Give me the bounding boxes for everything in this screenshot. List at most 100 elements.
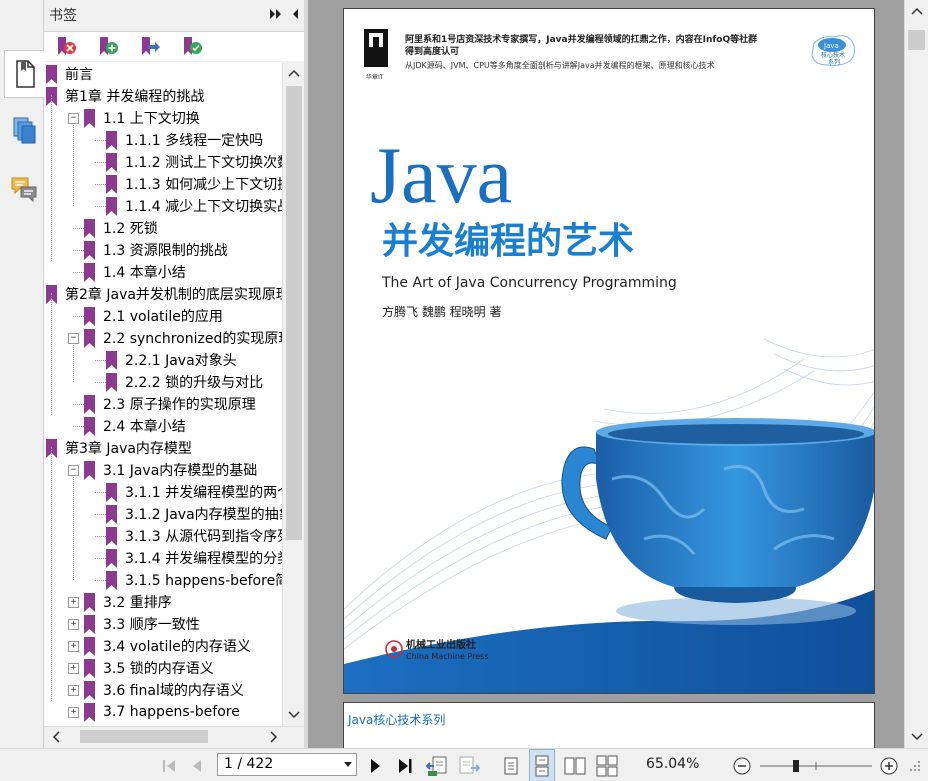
collapse-panel-icon[interactable] (290, 7, 300, 21)
zoom-in-button[interactable] (878, 749, 900, 781)
bookmark-item[interactable]: 1.1.1 多线程一定快吗 (106, 129, 263, 151)
bookmark-item[interactable]: +3.6 final域的内存语义 (68, 679, 244, 701)
tree-horizontal-scrollbar[interactable] (44, 726, 304, 746)
page-history-forward-button[interactable] (456, 749, 482, 781)
scroll-up-icon[interactable] (288, 68, 300, 78)
bookmark-item[interactable]: − 3.1 Java内存模型的基础 (68, 459, 257, 481)
page-history-back-button[interactable] (424, 749, 450, 781)
expand-node-icon[interactable]: + (68, 596, 79, 608)
bookmark-item[interactable]: +3.4 volatile的内存语义 (68, 635, 251, 657)
bookmarks-panel-button[interactable] (4, 50, 44, 98)
bookmark-item[interactable]: 1.4 本章小结 (84, 261, 186, 283)
bookmark-icon (106, 174, 117, 194)
bookmark-item[interactable]: − 1.1 上下文切换 (68, 107, 200, 129)
delete-bookmark-button[interactable] (54, 35, 80, 59)
collapse-node-icon[interactable]: − (68, 464, 79, 476)
tree-guide-line (51, 447, 52, 701)
tree-connector (73, 250, 84, 251)
series-badge: Java 核心技术 系列 (811, 35, 856, 66)
tree-guide-line (73, 123, 74, 206)
zoom-slider[interactable] (756, 749, 876, 781)
bookmark-item[interactable]: 3.1.1 并发编程模型的两个关键问题 (106, 481, 282, 503)
expand-panel-icon[interactable] (268, 7, 284, 21)
resize-grip-icon (910, 760, 920, 771)
page-number-field[interactable]: 1 / 422 (217, 753, 357, 776)
left-side-strip (0, 0, 44, 748)
bookmark-item[interactable]: 第2章 Java并发机制的底层实现原理 (46, 283, 282, 305)
bookmark-label: 2.1 volatile的应用 (103, 309, 223, 325)
bookmark-icon (106, 504, 117, 524)
bookmark-icon (46, 64, 57, 84)
bookmark-item[interactable]: 2.4 本章小结 (84, 415, 186, 437)
bookmark-item[interactable]: 3.1.4 并发编程模型的分类 (106, 547, 282, 569)
scroll-up-icon[interactable] (911, 6, 923, 16)
scroll-down-icon[interactable] (288, 710, 300, 720)
tree-connector (95, 580, 106, 581)
bookmark-item[interactable]: 3.1.2 Java内存模型的抽象结构 (106, 503, 282, 525)
single-page-view-button[interactable] (500, 749, 522, 781)
previous-page-button[interactable] (186, 749, 208, 781)
document-scroll-thumb[interactable] (908, 30, 925, 50)
dropdown-arrow-icon[interactable] (344, 762, 352, 768)
bookmark-label: 前言 (65, 67, 93, 83)
next-page-button[interactable] (364, 749, 386, 781)
scroll-down-icon[interactable] (911, 732, 923, 742)
publisher-name-cn: 机械工业出版社 (406, 638, 476, 651)
zoom-level[interactable]: 65.04% (646, 756, 699, 772)
pdf-page-cover: 华章IT 阿里系和1号店资深技术专家撰写，Java并发编程领域的扛鼎之作，内容在… (343, 8, 875, 694)
move-bookmark-button[interactable] (138, 35, 164, 59)
facing-view-button[interactable] (562, 749, 588, 781)
bookmark-item[interactable]: 前言 (46, 63, 93, 85)
tree-scroll-thumb[interactable] (286, 86, 302, 540)
bookmark-item[interactable]: +3.5 锁的内存语义 (68, 657, 214, 679)
series-name: Java核心技术系列 (348, 713, 446, 727)
bookmark-item[interactable]: 第1章 并发编程的挑战 (46, 85, 204, 107)
bookmark-item[interactable]: 1.2 死锁 (84, 217, 158, 239)
add-bookmark-button[interactable] (96, 35, 122, 59)
bookmark-item[interactable]: 1.1.4 减少上下文切换实战 (106, 195, 282, 217)
tree-connector (95, 360, 106, 361)
bookmark-properties-button[interactable] (180, 35, 206, 59)
document-vertical-scrollbar[interactable] (904, 0, 928, 748)
bookmark-item[interactable]: 第3章 Java内存模型 (46, 437, 192, 459)
bookmark-item[interactable]: 1.1.3 如何减少上下文切换 (106, 173, 282, 195)
tree-connector (73, 272, 84, 273)
bookmark-item[interactable]: 2.1 volatile的应用 (84, 305, 223, 327)
bookmark-item[interactable]: 3.1.3 从源代码到指令序列的重排序 (106, 525, 282, 547)
bookmark-item[interactable]: +3.3 顺序一致性 (68, 613, 200, 635)
expand-node-icon[interactable]: + (68, 684, 79, 696)
bookmark-item[interactable]: +3.7 happens-before (68, 701, 240, 723)
expand-node-icon[interactable]: + (68, 618, 79, 630)
bookmark-item[interactable]: 2.3 原子操作的实现原理 (84, 393, 256, 415)
bookmark-item[interactable]: 2.2.2 锁的升级与对比 (106, 371, 263, 393)
first-page-button[interactable] (158, 749, 180, 781)
bookmark-item[interactable]: 3.1.5 happens-before简介 (106, 569, 282, 591)
bookmark-icon (84, 592, 95, 612)
tree-vertical-scrollbar[interactable] (282, 62, 304, 726)
bookmark-icon (84, 658, 95, 678)
bookmark-item[interactable]: 2.2.1 Java对象头 (106, 349, 237, 371)
collapse-node-icon[interactable]: − (68, 112, 79, 124)
collapse-node-icon[interactable]: − (68, 332, 79, 344)
zoom-out-button[interactable] (731, 749, 753, 781)
bookmark-item[interactable]: 1.1.2 测试上下文切换次数 (106, 151, 282, 173)
bookmark-panel-header: 书签 (44, 0, 304, 30)
last-page-button[interactable] (394, 749, 418, 781)
continuous-view-button[interactable] (529, 749, 555, 781)
bookmark-item[interactable]: − 2.2 synchronized的实现原理与应用 (68, 327, 282, 349)
pages-panel-button[interactable] (4, 106, 44, 154)
continuous-facing-view-button[interactable] (594, 749, 620, 781)
comments-panel-button[interactable] (4, 164, 44, 212)
bookmark-item[interactable]: 1.3 资源限制的挑战 (84, 239, 228, 261)
expand-node-icon[interactable]: + (68, 640, 79, 652)
bookmark-icon (84, 680, 95, 700)
bookmark-item[interactable]: +3.2 重排序 (68, 591, 172, 613)
scroll-right-icon[interactable] (268, 731, 278, 743)
expand-node-icon[interactable]: + (68, 706, 79, 718)
expand-node-icon[interactable]: + (68, 662, 79, 674)
tree-guide-line (51, 95, 52, 261)
pdf-page-2: Java核心技术系列 (343, 702, 875, 748)
resize-grip[interactable] (904, 749, 926, 781)
tree-hscroll-thumb[interactable] (80, 730, 208, 743)
scroll-left-icon[interactable] (52, 731, 62, 743)
